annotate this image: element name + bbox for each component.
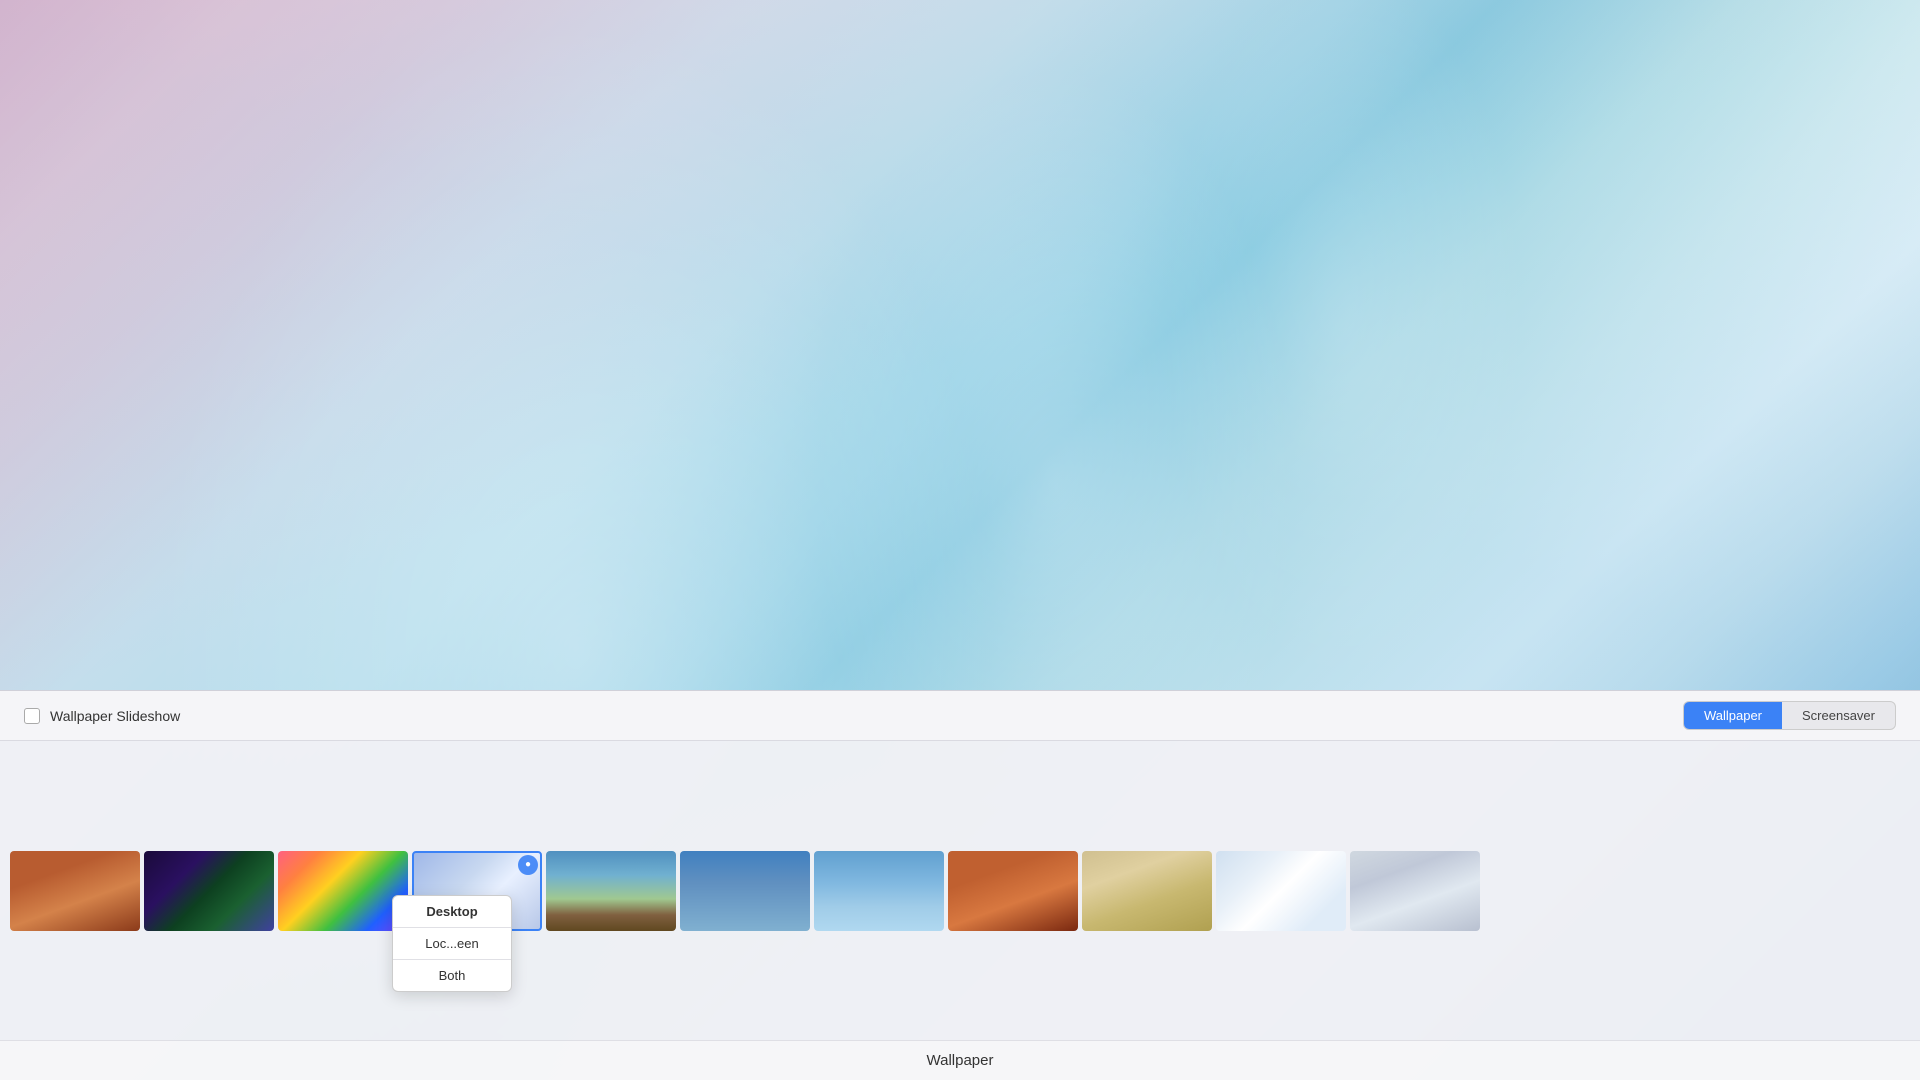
dropdown-item-both[interactable]: Both	[393, 960, 511, 991]
thumbnail-dunes[interactable]	[1082, 851, 1212, 931]
thumbnails-area	[0, 741, 1920, 1040]
thumbnail-mountain[interactable]	[546, 851, 676, 931]
thumb-image-canyon2	[948, 851, 1078, 931]
tab-screensaver[interactable]: Screensaver	[1782, 702, 1895, 729]
thumb-image-canyon	[10, 851, 140, 931]
panel-top-bar: Wallpaper Slideshow Wallpaper Screensave…	[0, 691, 1920, 741]
thumb-image-light	[1216, 851, 1346, 931]
slideshow-checkbox[interactable]	[24, 708, 40, 724]
thumbnail-light[interactable]	[1216, 851, 1346, 931]
thumb-image-bird	[1350, 851, 1480, 931]
dropdown-item-desktop[interactable]: Desktop	[393, 896, 511, 927]
panel-label-bar: Wallpaper	[0, 1040, 1920, 1080]
slideshow-label: Wallpaper Slideshow	[50, 708, 180, 724]
location-dropdown: Desktop Loc...een Both	[392, 895, 512, 992]
thumb-image-aurora	[144, 851, 274, 931]
thumbnail-whale[interactable]	[680, 851, 810, 931]
tab-wallpaper[interactable]: Wallpaper	[1684, 702, 1782, 729]
slideshow-checkbox-area[interactable]: Wallpaper Slideshow	[24, 708, 180, 724]
thumbnail-fish[interactable]	[814, 851, 944, 931]
tab-group: Wallpaper Screensaver	[1683, 701, 1896, 730]
dropdown-item-locscreen[interactable]: Loc...een	[393, 928, 511, 959]
thumb-image-dunes	[1082, 851, 1212, 931]
thumbnail-rainbow[interactable]	[278, 851, 408, 931]
thumbnail-aurora[interactable]	[144, 851, 274, 931]
thumbnail-canyon2[interactable]	[948, 851, 1078, 931]
thumb-image-mountain	[546, 851, 676, 931]
thumb-image-whale	[680, 851, 810, 931]
selected-indicator	[518, 855, 538, 875]
panel-label: Wallpaper	[927, 1052, 994, 1069]
thumbnail-canyon[interactable]	[10, 851, 140, 931]
thumb-image-rainbow	[278, 851, 408, 931]
wallpaper-panel: Wallpaper Slideshow Wallpaper Screensave…	[0, 690, 1920, 1080]
thumbnail-bird[interactable]	[1350, 851, 1480, 931]
thumb-image-fish	[814, 851, 944, 931]
